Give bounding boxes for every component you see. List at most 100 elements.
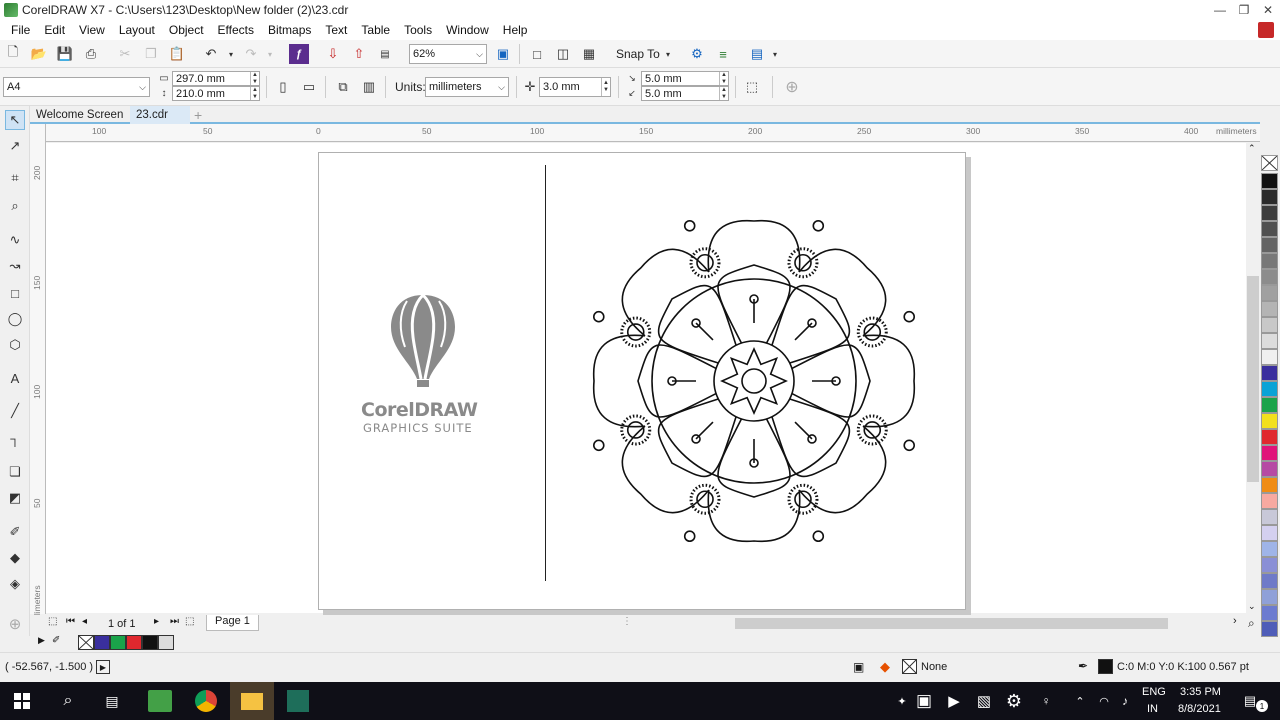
minimize-button[interactable]: — — [1208, 0, 1232, 20]
text-tool-icon[interactable]: A — [5, 368, 25, 388]
new-document-icon[interactable]: 🗋 — [3, 44, 23, 64]
freehand-tool-icon[interactable]: ∿ — [5, 230, 25, 250]
outline-color-swatch[interactable] — [1098, 659, 1113, 674]
parallel-dimension-icon[interactable]: ╱ — [5, 401, 25, 421]
palette-swatch[interactable] — [1261, 189, 1278, 205]
palette-swatch[interactable] — [1261, 477, 1278, 493]
paste-icon[interactable]: 📋 — [167, 44, 187, 64]
redo-icon[interactable]: ↷ — [241, 44, 261, 64]
palette-swatch[interactable] — [1261, 413, 1278, 429]
menu-view[interactable]: View — [72, 23, 112, 37]
previous-page-icon[interactable]: ◂ — [82, 616, 87, 627]
close-button[interactable]: ✕ — [1256, 0, 1280, 20]
vertical-divider-line[interactable] — [545, 165, 546, 581]
tab-23-cdr[interactable]: 23.cdr — [130, 106, 190, 124]
all-pages-icon[interactable]: ⧉ — [333, 77, 353, 97]
undo-dropdown-icon[interactable]: ▾ — [221, 44, 241, 64]
snap-to-dropdown-icon[interactable]: ▾ — [658, 44, 678, 64]
first-page-icon[interactable]: ⏮ — [66, 616, 75, 627]
treat-as-filled-icon[interactable]: ⬚ — [742, 77, 762, 97]
undo-icon[interactable]: ↶ — [201, 44, 221, 64]
menu-window[interactable]: Window — [439, 23, 496, 37]
palette-swatch[interactable] — [1261, 525, 1278, 541]
palette-swatch[interactable] — [1261, 269, 1278, 285]
language-line1[interactable]: ENG — [1142, 686, 1166, 698]
full-screen-preview-icon[interactable]: □ — [527, 44, 547, 64]
nudge-spinner[interactable]: ▲ ▼ — [601, 78, 610, 96]
align-guides-icon[interactable]: ≡ — [713, 44, 733, 64]
show-grid-icon[interactable]: ▦ — [579, 44, 599, 64]
volume-icon[interactable]: ♪ — [1114, 682, 1136, 720]
palette-swatch[interactable] — [1261, 493, 1278, 509]
color-proofing-icon[interactable]: ▣ — [853, 660, 864, 674]
vertical-ruler[interactable]: 200 150 100 50 millimeters — [30, 124, 46, 626]
smart-fill-icon[interactable]: ◈ — [5, 574, 25, 594]
no-color-swatch[interactable] — [1261, 155, 1278, 171]
color-eyedropper-icon[interactable]: ✐ — [5, 522, 25, 542]
palette-swatch[interactable] — [1261, 621, 1278, 637]
publish-pdf-icon[interactable]: ▤ — [375, 44, 395, 64]
zoom-tool-icon[interactable]: ⌕ — [5, 196, 25, 216]
duplicate-x-field[interactable]: 5.0 mm ▲ ▼ — [641, 71, 729, 86]
next-page-icon[interactable]: ▸ — [154, 616, 159, 627]
scroll-up-icon[interactable]: ⌃ — [1248, 143, 1256, 154]
duplicate-y-field[interactable]: 5.0 mm ▲ ▼ — [641, 86, 729, 101]
add-page-after-icon[interactable]: ⬚ — [185, 616, 194, 627]
palette-swatch[interactable] — [1261, 253, 1278, 269]
palette-swatch[interactable] — [1261, 301, 1278, 317]
palette-swatch[interactable] — [1261, 605, 1278, 621]
doc-palette-swatch[interactable] — [94, 635, 110, 650]
doc-palette-swatch[interactable] — [126, 635, 142, 650]
mandala-drawing[interactable] — [581, 211, 927, 551]
current-page-icon[interactable]: ▥ — [359, 77, 379, 97]
palette-swatch[interactable] — [1261, 445, 1278, 461]
settings-gear-icon[interactable]: ⚙ — [1000, 682, 1028, 720]
transparency-icon[interactable]: ◩ — [5, 488, 25, 508]
application-launcher-icon[interactable]: ▤ — [747, 44, 767, 64]
video-icon[interactable]: ▶ — [940, 682, 968, 720]
horizontal-ruler[interactable]: 100 50 0 50 100 150 200 250 300 350 400 … — [46, 124, 1260, 142]
print-icon[interactable]: ⎙ — [81, 44, 101, 64]
page-size-select[interactable]: A4 ⌵ — [3, 77, 150, 97]
ellipse-tool-icon[interactable]: ◯ — [5, 309, 25, 329]
horizontal-scroll-thumb[interactable] — [735, 618, 1168, 629]
menu-text[interactable]: Text — [318, 23, 354, 37]
last-page-icon[interactable]: ⏭ — [170, 616, 179, 627]
palette-swatch[interactable] — [1261, 173, 1278, 189]
dup-y-spinner[interactable]: ▲ ▼ — [719, 87, 728, 100]
open-icon[interactable]: 📂 — [29, 44, 49, 64]
palette-swatch[interactable] — [1261, 237, 1278, 253]
page-height-field[interactable]: 210.0 mm ▲ ▼ — [172, 86, 260, 101]
nudge-distance-field[interactable]: 3.0 mm ▲ ▼ — [539, 77, 611, 97]
polygon-tool-icon[interactable]: ⬡ — [5, 335, 25, 355]
maximize-button[interactable]: ❐ — [1232, 0, 1256, 20]
eyedropper-icon[interactable]: ✐ — [52, 635, 60, 646]
palette-swatch[interactable] — [1261, 381, 1278, 397]
save-icon[interactable]: 💾 — [55, 44, 75, 64]
zoom-level-field[interactable]: 62% ⌵ — [409, 44, 487, 64]
menu-object[interactable]: Object — [162, 23, 211, 37]
drawing-canvas[interactable]: CorelDRAW GRAPHICS SUITE — [46, 143, 1246, 613]
palette-swatch[interactable] — [1261, 285, 1278, 301]
menu-effects[interactable]: Effects — [211, 23, 261, 37]
menu-bitmaps[interactable]: Bitmaps — [261, 23, 318, 37]
vertical-scroll-thumb[interactable] — [1247, 276, 1259, 482]
units-select[interactable]: millimeters ⌵ — [425, 77, 509, 97]
new-tab-icon[interactable]: + — [188, 106, 208, 124]
palette-swatch[interactable] — [1261, 365, 1278, 381]
menu-help[interactable]: Help — [496, 23, 535, 37]
artistic-media-icon[interactable]: ↝ — [5, 256, 25, 276]
zoom-fit-icon[interactable]: ▣ — [493, 44, 513, 64]
chrome-taskbar-icon[interactable] — [184, 682, 228, 720]
add-tool-icon[interactable]: ⊕ — [5, 614, 25, 634]
crop-tool-icon[interactable]: ⌗ — [5, 168, 25, 188]
import-icon[interactable]: ⇩ — [323, 44, 343, 64]
doc-palette-swatch[interactable] — [110, 635, 126, 650]
status-expand-icon[interactable]: ▶ — [96, 660, 110, 674]
search-icon[interactable]: ⌕ — [46, 682, 90, 720]
palette-swatch[interactable] — [1261, 429, 1278, 445]
menu-layout[interactable]: Layout — [112, 23, 162, 37]
menu-file[interactable]: File — [4, 23, 37, 37]
page-tab[interactable]: Page 1 — [206, 615, 259, 631]
clock-date[interactable]: 8/8/2021 — [1178, 703, 1221, 715]
